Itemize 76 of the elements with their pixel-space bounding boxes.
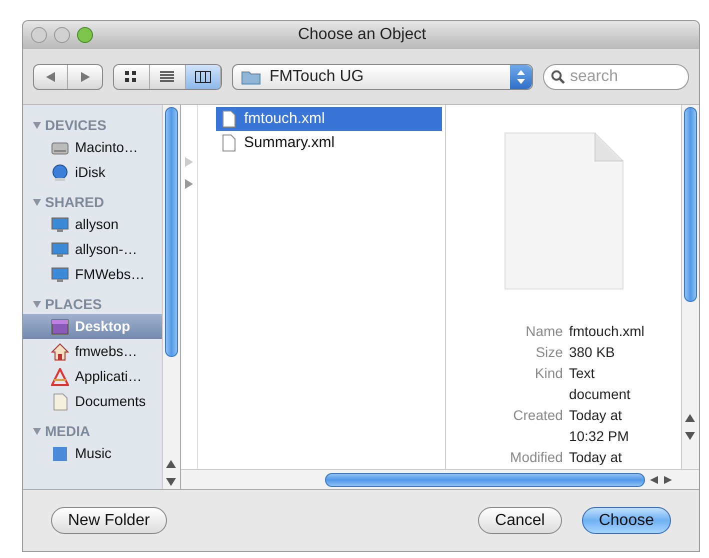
house-icon [51, 342, 69, 360]
info-value: 380 KB [568, 343, 616, 362]
sidebar-item[interactable]: Applicati… [23, 364, 162, 389]
computer-icon [51, 216, 69, 234]
file-row[interactable]: Summary.xml [216, 131, 442, 155]
column-view-button[interactable] [186, 64, 222, 88]
document-icon [51, 392, 69, 410]
applications-icon [51, 368, 69, 386]
down-arrow-icon [165, 477, 177, 487]
location-label: FMTouch UG [269, 66, 365, 86]
section-header: SHARED [45, 192, 104, 212]
info-label: Size [534, 343, 563, 362]
disclosure-triangle-icon[interactable] [33, 300, 41, 308]
info-value: Today at 10:32 PM [568, 406, 630, 446]
sidebar-item[interactable]: allyson [23, 212, 162, 237]
scroll-thumb[interactable] [325, 472, 645, 486]
up-arrow-icon [684, 413, 696, 423]
computer-icon [51, 266, 69, 284]
document-icon [222, 134, 236, 152]
sidebar-item[interactable]: Music [23, 441, 162, 466]
up-arrow-icon [165, 459, 177, 469]
push-button[interactable]: New Folder [51, 507, 167, 534]
grid-icon [125, 70, 138, 82]
right-triangle-icon [185, 179, 193, 189]
down-arrow-icon [684, 431, 696, 441]
close-button[interactable] [31, 27, 47, 43]
scroll-thumb[interactable] [165, 107, 178, 357]
globe-disk-icon [51, 164, 69, 182]
info-label: Created [512, 406, 563, 425]
columns-icon [195, 70, 212, 82]
sidebar-item[interactable]: Macinto… [23, 135, 162, 160]
disclosure-triangle-icon[interactable] [33, 428, 41, 434]
desktop-icon [51, 318, 69, 336]
section-header: DEVICES [45, 116, 106, 134]
horizontal-scrollbar[interactable] [181, 469, 699, 489]
sidebar-item[interactable]: iDisk [23, 160, 162, 185]
sidebar-item[interactable]: fmwebs… [23, 339, 162, 364]
music-icon [51, 444, 69, 462]
search-icon [551, 70, 565, 84]
folder-icon [241, 68, 262, 84]
sidebar-item[interactable]: FMWebs… [23, 262, 162, 287]
minimize-button[interactable] [54, 27, 70, 43]
push-button[interactable]: Cancel [478, 507, 562, 534]
info-value: Text document [568, 364, 632, 404]
left-triangle-icon [46, 72, 55, 82]
info-label: Kind [534, 364, 563, 383]
popup-arrows-icon [510, 64, 532, 88]
info-value: Today at [568, 448, 623, 467]
info-label: Name [524, 322, 563, 341]
file-row[interactable]: fmtouch.xml [216, 107, 442, 131]
lines-icon [160, 70, 174, 82]
right-triangle-icon [185, 157, 193, 167]
right-arrow-icon [663, 474, 673, 484]
info-label: Modified [510, 448, 563, 467]
search-field[interactable]: search [543, 64, 689, 90]
sidebar-item[interactable]: allyson-… [23, 237, 162, 262]
vertical-scrollbar[interactable] [162, 105, 180, 489]
list-view-button[interactable] [150, 64, 186, 88]
document-icon [222, 110, 236, 128]
default-button[interactable]: Choose [582, 507, 671, 534]
section-header: MEDIA [45, 422, 90, 440]
section-header: PLACES [45, 294, 102, 314]
scroll-thumb[interactable] [684, 107, 697, 302]
zoom-button[interactable] [77, 27, 93, 43]
disclosure-triangle-icon[interactable] [33, 198, 41, 206]
document-icon [502, 131, 624, 291]
disclosure-triangle-icon[interactable] [33, 122, 41, 128]
info-value: fmtouch.xml [568, 322, 646, 341]
window-title: Choose an Object [298, 25, 426, 45]
icon-view-button[interactable] [114, 64, 150, 88]
vertical-scrollbar[interactable] [681, 105, 699, 469]
location-popup[interactable]: FMTouch UG [232, 64, 533, 90]
left-arrow-icon [649, 474, 659, 484]
sidebar-item[interactable]: Documents [23, 389, 162, 414]
right-triangle-icon [80, 72, 90, 82]
computer-icon [51, 240, 69, 258]
